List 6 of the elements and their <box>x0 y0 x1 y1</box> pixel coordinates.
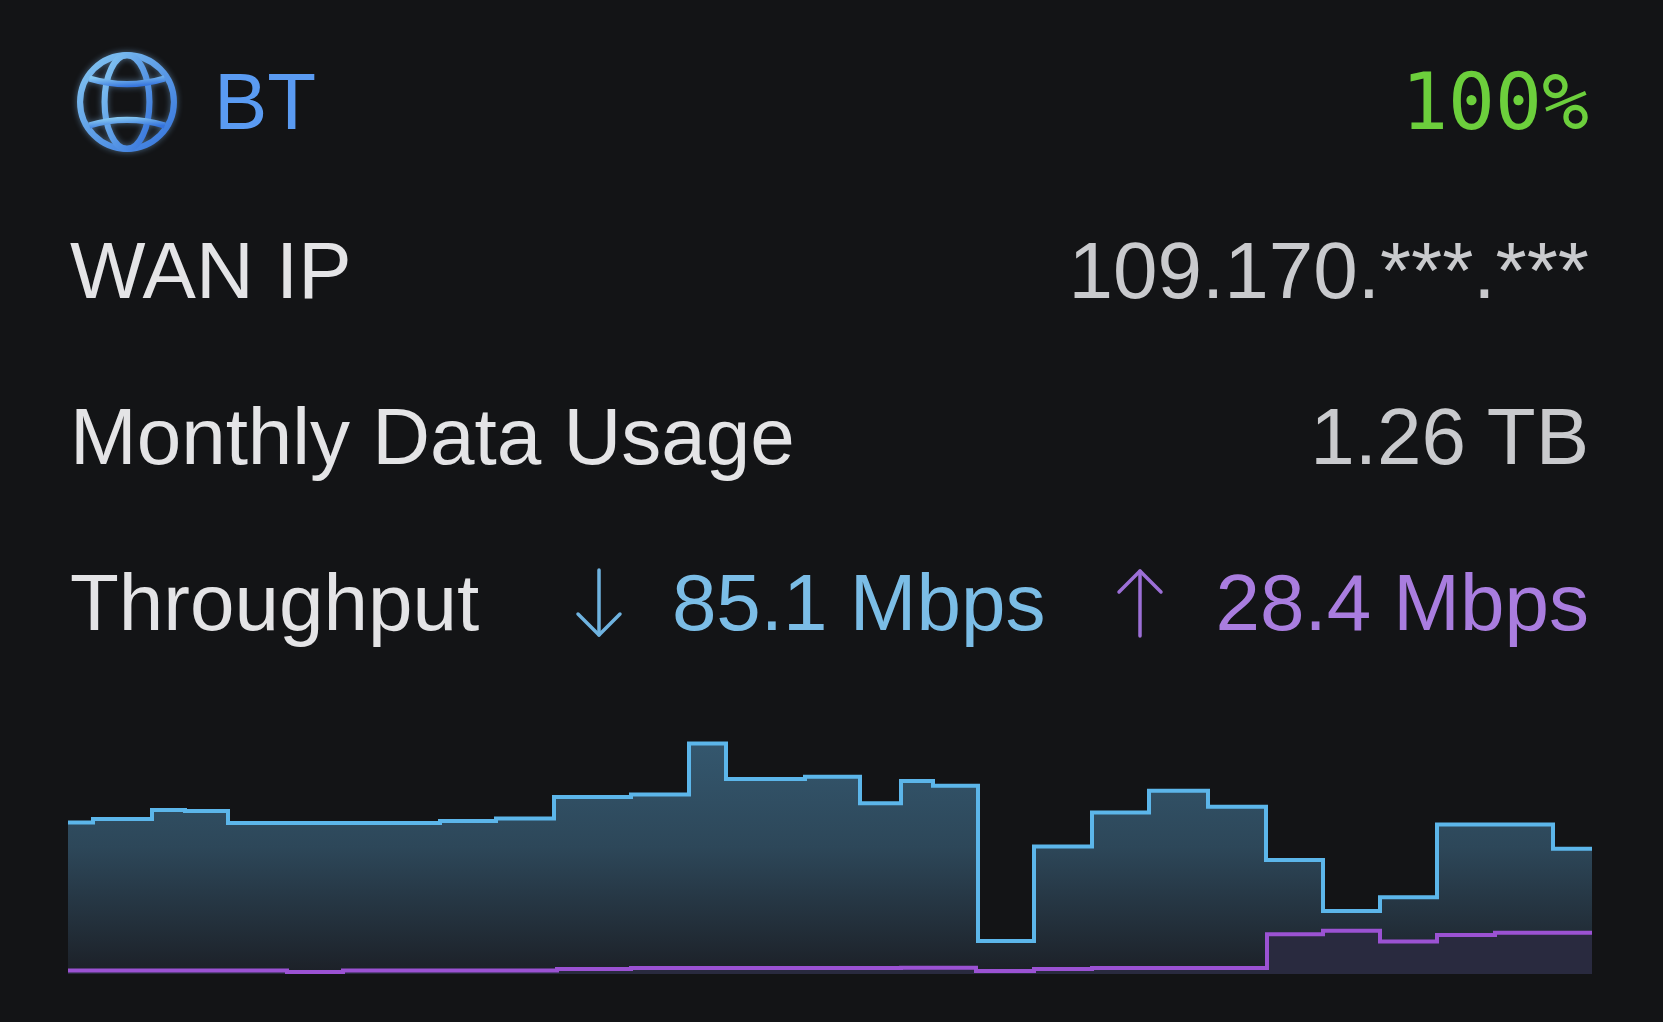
provider-name: BT <box>214 62 317 142</box>
row-label: WAN IP <box>70 231 352 311</box>
percentage-value: 100% <box>1401 63 1589 141</box>
row-value: 109.170.***.*** <box>1068 231 1589 311</box>
globe-icon <box>76 51 178 153</box>
row-value: 1.26 TB <box>1310 397 1589 477</box>
